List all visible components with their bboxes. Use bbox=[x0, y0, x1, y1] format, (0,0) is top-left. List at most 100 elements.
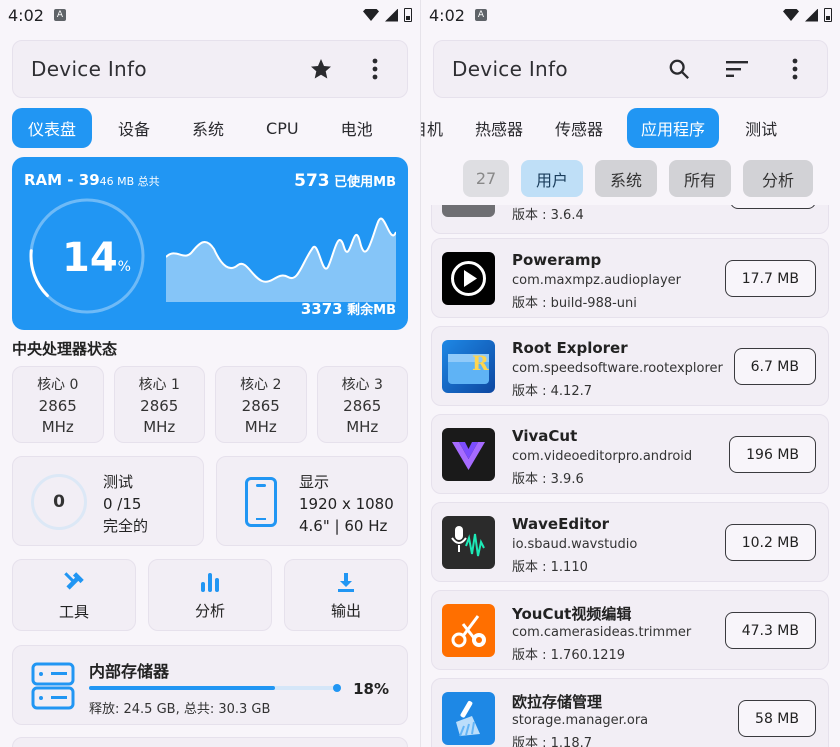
app-package: com.camerasideas.trimmer bbox=[512, 625, 692, 640]
core-unit: MHz bbox=[143, 418, 176, 436]
top-tabs: 仪表盘 设备 系统 CPU 电池 bbox=[0, 108, 420, 148]
core-freq: 2865 bbox=[343, 397, 382, 415]
app-card[interactable]: Poweramp com.maxmpz.audioplayer 版本 : bui… bbox=[431, 238, 829, 318]
app-package: com.speedsoftware.rootexplorer bbox=[512, 361, 723, 376]
core-label: 核心 3 bbox=[341, 377, 383, 393]
app-size-button[interactable]: 58 MB bbox=[738, 700, 816, 737]
app-version: 版本 : build-988-uni bbox=[512, 296, 637, 311]
battery-icon bbox=[404, 8, 412, 22]
ram-total-label: RAM - 3946 MB 总共 bbox=[24, 171, 160, 189]
storage-percent: 18% bbox=[353, 680, 389, 698]
core-card[interactable]: 核心 1 2865 MHz bbox=[113, 366, 205, 443]
app-size-button[interactable]: 6.7 MB bbox=[733, 348, 816, 385]
export-label: 输出 bbox=[330, 601, 361, 620]
app-size-button[interactable]: 47.3 MB bbox=[724, 612, 816, 649]
root-explorer-icon: R bbox=[442, 340, 495, 393]
storage-detail: 释放: 24.5 GB, 总共: 30.3 GB bbox=[89, 702, 271, 717]
app-name: VivaCut bbox=[512, 427, 578, 445]
app-size-button[interactable]: 17.7 MB bbox=[724, 260, 816, 297]
filter-analysis-chip[interactable]: 分析 bbox=[743, 160, 813, 197]
tab-phone[interactable]: 目机 bbox=[421, 108, 451, 148]
dashboard-screen: 4:02 A Device Info 仪表盘 设备 系统 CPU 电池 RAM … bbox=[0, 0, 420, 747]
test-status: 完全的 bbox=[103, 517, 149, 535]
tab-system[interactable]: 系统 bbox=[176, 108, 240, 148]
status-time: 4:02 bbox=[8, 5, 44, 25]
core-freq: 2865 bbox=[241, 397, 280, 415]
core-card[interactable]: 核心 0 2865 MHz bbox=[12, 366, 104, 443]
storage-manager-icon bbox=[442, 692, 495, 745]
wifi-icon bbox=[363, 9, 379, 21]
wifi-icon bbox=[783, 9, 799, 21]
tab-sensors[interactable]: 传感器 bbox=[547, 108, 611, 148]
bar-chart-icon bbox=[201, 572, 219, 592]
core-card[interactable]: 核心 3 2865 MHz bbox=[316, 366, 408, 443]
tab-battery[interactable]: 电池 bbox=[325, 108, 389, 148]
test-card[interactable]: 0 测试 0 /15 完全的 bbox=[12, 456, 204, 546]
ram-percent: 14% bbox=[62, 235, 131, 281]
app-title: Device Info bbox=[452, 57, 568, 81]
app-bar: Device Info bbox=[433, 40, 828, 98]
app-bar: Device Info bbox=[12, 40, 408, 98]
app-size-button[interactable]: 196 MB bbox=[729, 436, 816, 473]
app-card[interactable]: 欧拉存储管理 storage.manager.ora 版本 : 1.18.7 5… bbox=[431, 678, 829, 747]
core-freq: 2865 bbox=[140, 397, 179, 415]
tab-device[interactable]: 设备 bbox=[102, 108, 166, 148]
test-title: 测试 bbox=[103, 473, 134, 491]
app-size-button[interactable]: 10.2 MB bbox=[724, 524, 816, 561]
filter-user-chip[interactable]: 用户 bbox=[521, 160, 583, 197]
ram-card[interactable]: RAM - 3946 MB 总共 573 已使用MB 14% 3373 剩余MB bbox=[12, 157, 408, 330]
export-button[interactable]: 输出 bbox=[284, 559, 408, 631]
tab-dashboard[interactable]: 仪表盘 bbox=[12, 108, 93, 148]
tab-apps[interactable]: 应用程序 bbox=[627, 108, 720, 148]
tab-thermal[interactable]: 热感器 bbox=[467, 108, 531, 148]
core-label: 核心 2 bbox=[240, 377, 282, 393]
app-name: Poweramp bbox=[512, 251, 602, 269]
filter-system-chip[interactable]: 系统 bbox=[595, 160, 657, 197]
internal-storage-card[interactable]: 内部存储器 18% 释放: 24.5 GB, 总共: 30.3 GB bbox=[12, 645, 408, 725]
status-bar: 4:02 A bbox=[0, 0, 420, 30]
test-progress: 0 /15 bbox=[103, 495, 142, 513]
app-name: YouCut视频编辑 bbox=[512, 605, 632, 623]
core-unit: MHz bbox=[244, 418, 277, 436]
app-name: WaveEditor bbox=[512, 515, 610, 533]
search-icon[interactable] bbox=[665, 55, 693, 83]
app-title: Device Info bbox=[31, 57, 147, 81]
signal-icon bbox=[805, 8, 818, 22]
next-card-peek bbox=[12, 737, 408, 747]
more-vert-icon[interactable] bbox=[361, 55, 389, 83]
tab-tests[interactable]: 测试 bbox=[735, 108, 787, 148]
summary-cards: 0 测试 0 /15 完全的 显示 1920 x 1080 4.6" | 60 … bbox=[12, 456, 408, 546]
app-package: storage.manager.ora bbox=[512, 713, 649, 728]
tools-label: 工具 bbox=[58, 602, 89, 621]
analysis-button[interactable]: 分析 bbox=[148, 559, 272, 631]
app-version: 版本 : 1.110 bbox=[512, 560, 588, 575]
display-card[interactable]: 显示 1920 x 1080 4.6" | 60 Hz bbox=[216, 456, 408, 546]
tab-cpu[interactable]: CPU bbox=[250, 111, 315, 146]
storage-progress-dot bbox=[333, 684, 341, 692]
more-vert-icon[interactable] bbox=[781, 55, 809, 83]
app-card[interactable]: WaveEditor io.sbaud.wavstudio 版本 : 1.110… bbox=[431, 502, 829, 582]
app-name: Root Explorer bbox=[512, 339, 628, 357]
star-icon[interactable] bbox=[307, 55, 335, 83]
app-card[interactable]: VivaCut com.videoeditorpro.android 版本 : … bbox=[431, 414, 829, 494]
tools-button[interactable]: 工具 bbox=[12, 559, 136, 631]
app-card[interactable]: YouCut视频编辑 com.camerasideas.trimmer 版本 :… bbox=[431, 590, 829, 670]
storage-name: 内部存储器 bbox=[89, 662, 170, 681]
waveeditor-icon bbox=[442, 516, 495, 569]
core-unit: MHz bbox=[41, 418, 74, 436]
tools-icon bbox=[64, 571, 84, 590]
app-version: 版本 : 4.12.7 bbox=[512, 384, 592, 399]
core-unit: MHz bbox=[346, 418, 379, 436]
display-spec: 4.6" | 60 Hz bbox=[299, 517, 388, 535]
app-name: 欧拉存储管理 bbox=[512, 693, 603, 711]
apps-screen: 4:02 A Device Info 目机 热感器 传感器 应用程序 测试 bbox=[420, 0, 840, 747]
sort-icon[interactable] bbox=[723, 55, 751, 83]
status-time: 4:02 bbox=[429, 5, 465, 25]
filter-all-chip[interactable]: 所有 bbox=[669, 160, 731, 197]
display-title: 显示 bbox=[299, 473, 330, 491]
app-card[interactable]: R Root Explorer com.speedsoftware.rootex… bbox=[431, 326, 829, 406]
notification-a-icon: A bbox=[53, 9, 66, 21]
cpu-cores: 核心 0 2865 MHz 核心 1 2865 MHz 核心 2 2865 MHz 核心 3… bbox=[12, 366, 408, 443]
core-card[interactable]: 核心 2 2865 MHz bbox=[215, 366, 307, 443]
ram-used: 573 已使用MB bbox=[294, 171, 396, 191]
